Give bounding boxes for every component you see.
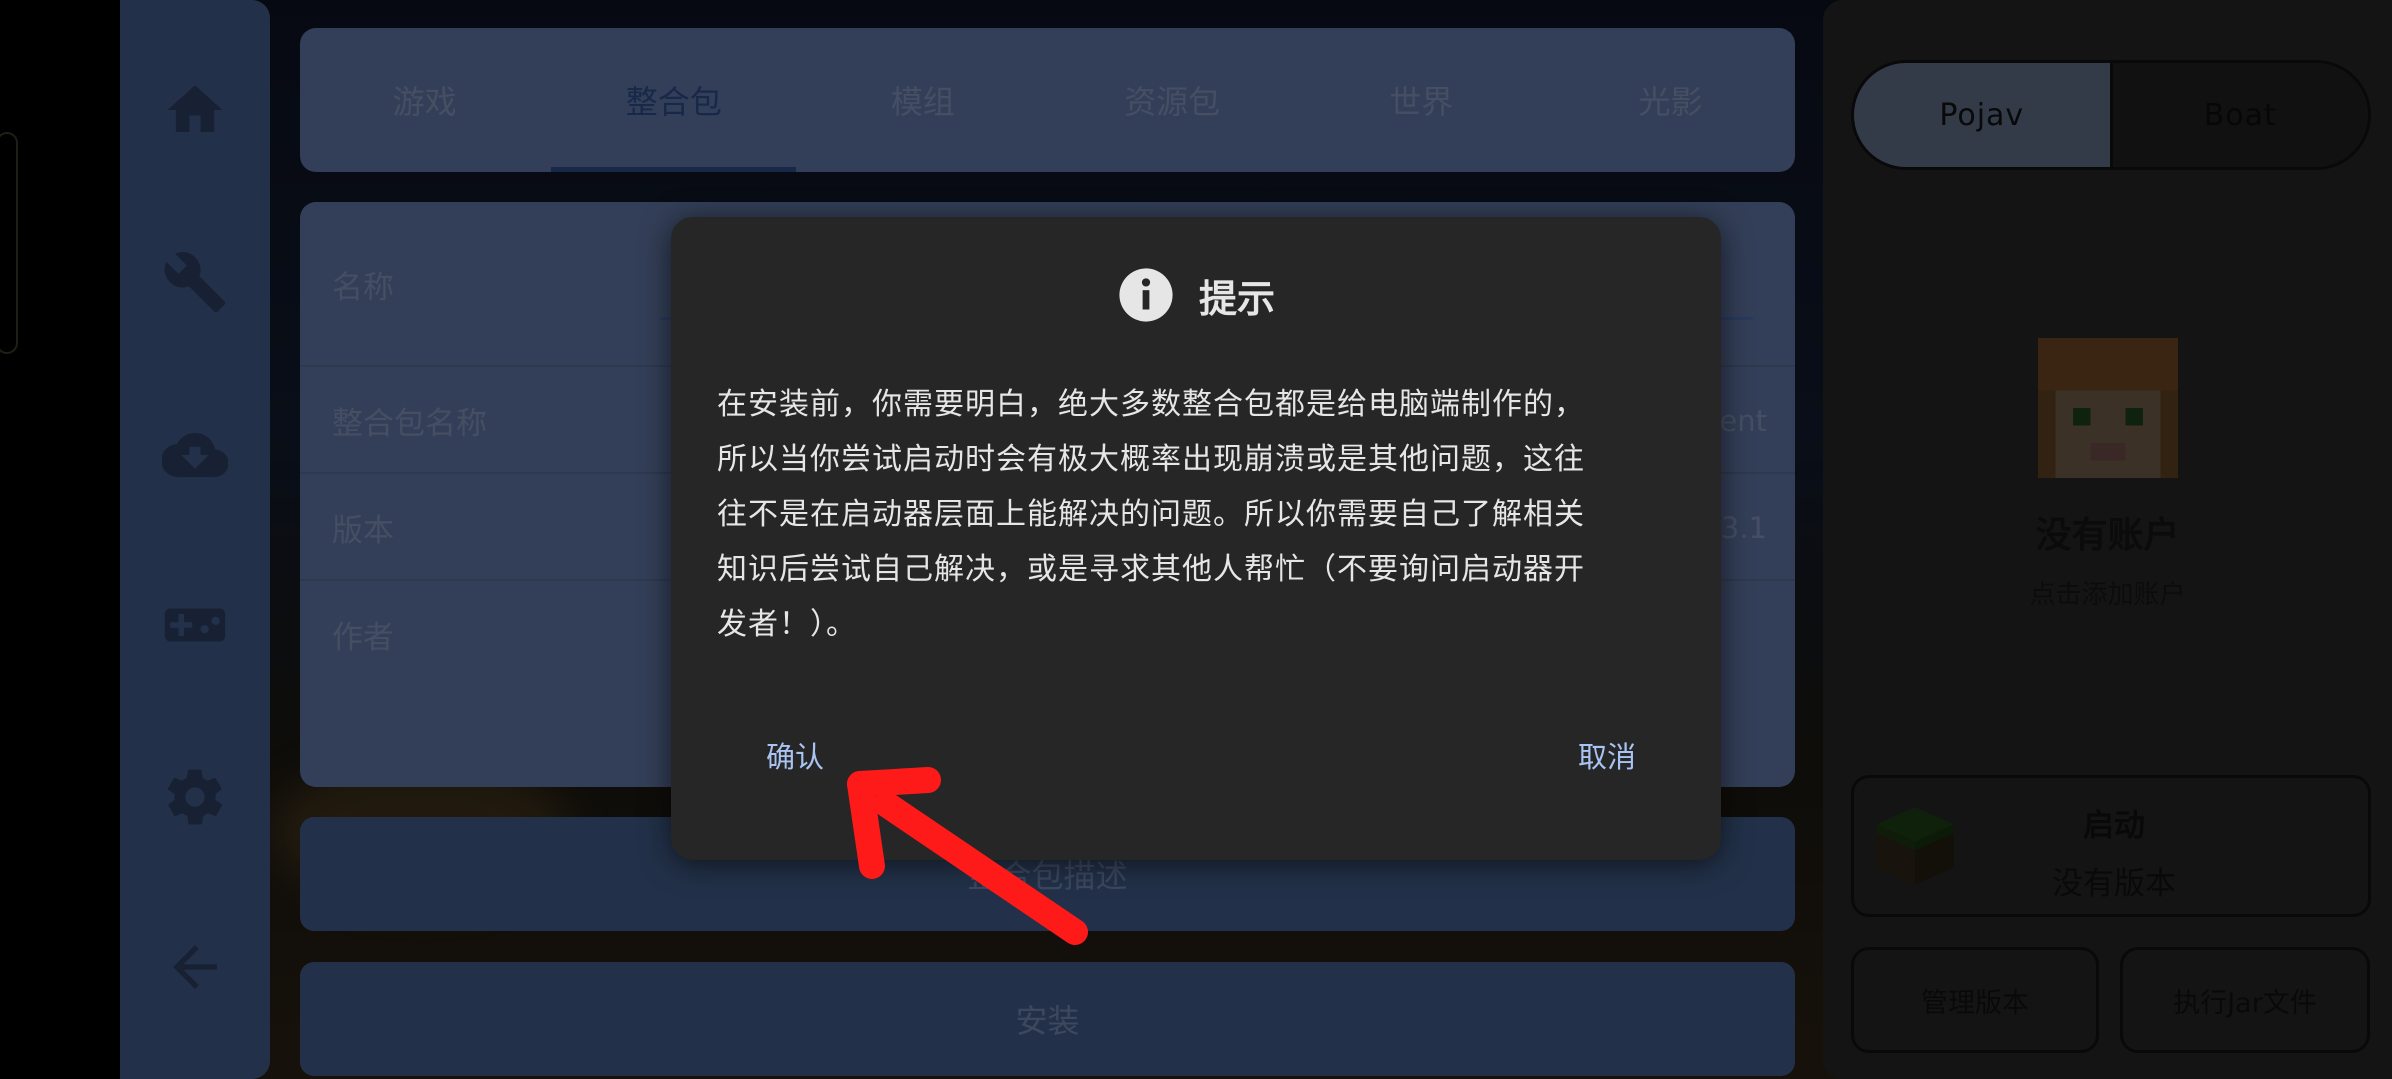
dialog-message-line: 所以当你尝试启动时会有极大概率出现崩溃或是其他问题，这往: [717, 442, 1585, 477]
dialog-message: 在安装前，你需要明白，绝大多数整合包都是给电脑端制作的， 所以当你尝试启动时会有…: [717, 377, 1677, 652]
cancel-button[interactable]: 取消: [1578, 725, 1636, 785]
dialog-header: 提示: [671, 265, 1721, 325]
info-icon: [1119, 268, 1173, 322]
dialog-message-line: 发者！）。: [717, 607, 857, 642]
dialog-message-line: 在安装前，你需要明白，绝大多数整合包都是给电脑端制作的，: [717, 387, 1585, 422]
dialog-message-line: 知识后尝试自己解决，或是寻求其他人帮忙（不要询问启动器开: [717, 552, 1585, 587]
notice-dialog: 提示 在安装前，你需要明白，绝大多数整合包都是给电脑端制作的， 所以当你尝试启动…: [671, 217, 1721, 860]
screen: 游戏 整合包 模组 资源包 世界 光影 名称 整合包名称 ent 版本 3.1 …: [0, 0, 2392, 1079]
confirm-button[interactable]: 确认: [766, 725, 824, 785]
dialog-message-line: 往不是在启动器层面上能解决的问题。所以你需要自己了解相关: [717, 497, 1585, 532]
dialog-title: 提示: [1198, 276, 1275, 321]
